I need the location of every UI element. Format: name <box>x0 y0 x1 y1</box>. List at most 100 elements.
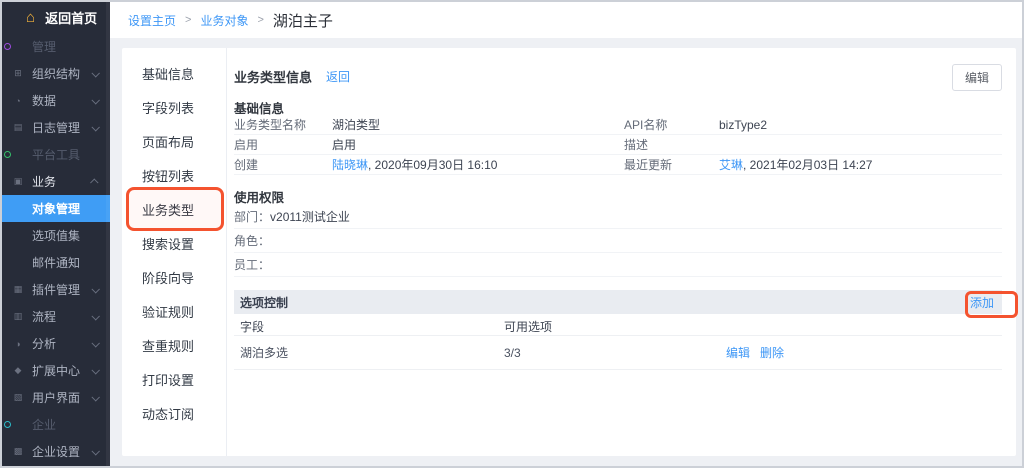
tab-basic-info[interactable]: 基础信息 <box>122 58 226 92</box>
sidebar-item-label: 分析 <box>32 335 56 352</box>
sidebar-item-email-notification[interactable]: 邮件通知 <box>2 249 110 276</box>
data-icon: ◔ <box>10 96 26 106</box>
sidebar-item-label: 选项值集 <box>32 227 80 244</box>
edit-link[interactable]: 编辑 <box>726 344 750 361</box>
field-label: 启用 <box>234 136 332 153</box>
tab-page-layout[interactable]: 页面布局 <box>122 126 226 160</box>
permission-row-employee: 员工： <box>234 253 1002 277</box>
chevron-down-icon <box>91 366 99 374</box>
breadcrumb-settings-home[interactable]: 设置主页 <box>128 12 176 29</box>
status-dot-icon <box>4 421 11 428</box>
column-header-field: 字段 <box>234 318 504 335</box>
option-control-bar: 选项控制 添加 <box>234 290 1002 314</box>
org-structure-icon: ⊞ <box>10 68 26 79</box>
business-icon: ▣ <box>10 176 26 187</box>
sidebar-item-analytics[interactable]: ◑ 分析 <box>2 330 110 357</box>
permission-row-department: 部门： v2011测试企业 <box>234 205 1002 229</box>
section-heading-basic-info: 基础信息 <box>234 98 1002 112</box>
breadcrumb-separator: > <box>257 14 263 26</box>
chevron-down-icon <box>91 447 99 455</box>
sidebar-item-object-management[interactable]: 对象管理 <box>2 195 110 222</box>
chevron-down-icon <box>91 69 99 77</box>
sidebar-item-platform-tools[interactable]: 平台工具 <box>2 141 110 168</box>
tab-validation-rules[interactable]: 验证规则 <box>122 296 226 330</box>
sidebar-item-enterprise-settings[interactable]: ▩ 企业设置 <box>2 438 110 465</box>
tab-search-settings[interactable]: 搜索设置 <box>122 228 226 262</box>
sidebar-item-management[interactable]: 管理 <box>2 33 110 60</box>
sidebar-item-label: 数据 <box>32 92 56 109</box>
sidebar-item-label: 扩展中心 <box>32 362 80 379</box>
info-row: 启用 启用 描述 <box>234 135 1002 155</box>
edit-button[interactable]: 编辑 <box>952 64 1002 91</box>
sidebar-home[interactable]: ⌂ 返回首页 <box>2 2 110 33</box>
sidebar-item-label: 日志管理 <box>32 119 80 136</box>
sidebar-item-user-interface[interactable]: ▧ 用户界面 <box>2 384 110 411</box>
field-value: 启用 <box>332 136 624 153</box>
updater-user-link[interactable]: 艾琳 <box>719 158 743 172</box>
cell-field-name: 湖泊多选 <box>234 344 504 361</box>
option-table-header: 字段 可用选项 <box>234 314 1002 336</box>
field-label: 描述 <box>624 136 719 153</box>
tab-stage-wizard[interactable]: 阶段向导 <box>122 262 226 296</box>
page-title: 湖泊主子 <box>273 10 333 31</box>
sidebar-item-plugin-management[interactable]: ▦ 插件管理 <box>2 276 110 303</box>
breadcrumb-business-object[interactable]: 业务对象 <box>200 12 248 29</box>
table-row: 湖泊多选 3/3 编辑 删除 <box>234 336 1002 370</box>
analytics-icon: ◑ <box>10 339 26 349</box>
tab-feed-subscription[interactable]: 动态订阅 <box>122 398 226 432</box>
sidebar-item-log-management[interactable]: ▤ 日志管理 <box>2 114 110 141</box>
field-value: 陆晓琳, 2020年09月30日 16:10 <box>332 156 624 173</box>
tab-print-settings[interactable]: 打印设置 <box>122 364 226 398</box>
tab-button-list[interactable]: 按钮列表 <box>122 160 226 194</box>
content-card: 基础信息 字段列表 页面布局 按钮列表 业务类型 搜索设置 阶段向导 验证规则 … <box>122 48 1016 456</box>
user-interface-icon: ▧ <box>10 392 26 403</box>
home-icon: ⌂ <box>26 10 35 25</box>
sidebar-item-business[interactable]: ▣ 业务 <box>2 168 110 195</box>
sidebar-item-label: 组织结构 <box>32 65 80 82</box>
secondary-nav: 基础信息 字段列表 页面布局 按钮列表 业务类型 搜索设置 阶段向导 验证规则 … <box>122 48 227 456</box>
breadcrumb: 设置主页 > 业务对象 > 湖泊主子 <box>110 2 1022 38</box>
sidebar-item-label: 插件管理 <box>32 281 80 298</box>
sidebar-item-label: 企业 <box>32 416 56 433</box>
sidebar: ⌂ 返回首页 管理 ⊞ 组织结构 ◔ 数据 ▤ 日志管理 平台工具 ▣ 业务 <box>2 2 110 466</box>
updated-time: , 2021年02月03日 14:27 <box>743 158 872 172</box>
creator-user-link[interactable]: 陆晓琳 <box>332 158 368 172</box>
field-label: 最近更新 <box>624 156 719 173</box>
sidebar-item-data[interactable]: ◔ 数据 <box>2 87 110 114</box>
sidebar-item-label: 用户界面 <box>32 389 80 406</box>
cell-options-count: 3/3 <box>504 346 726 360</box>
sidebar-item-enterprise[interactable]: 企业 <box>2 411 110 438</box>
enterprise-settings-icon: ▩ <box>10 446 26 457</box>
chevron-down-icon <box>91 123 99 131</box>
sidebar-item-label: 业务 <box>32 173 56 190</box>
status-dot-icon <box>4 43 11 50</box>
field-value: 湖泊类型 <box>332 116 624 133</box>
sidebar-item-label: 邮件通知 <box>32 254 80 271</box>
status-dot-icon <box>4 151 11 158</box>
plugin-icon: ▦ <box>10 284 26 295</box>
column-header-available-options: 可用选项 <box>504 318 726 335</box>
sidebar-item-label: 企业设置 <box>32 443 80 460</box>
sidebar-item-label: 流程 <box>32 308 56 325</box>
tab-business-type[interactable]: 业务类型 <box>122 194 226 228</box>
sidebar-item-option-value-set[interactable]: 选项值集 <box>2 222 110 249</box>
sidebar-item-org-structure[interactable]: ⊞ 组织结构 <box>2 60 110 87</box>
field-label: API名称 <box>624 116 719 133</box>
sidebar-item-workflow[interactable]: ▥ 流程 <box>2 303 110 330</box>
delete-link[interactable]: 删除 <box>760 344 784 361</box>
add-link[interactable]: 添加 <box>970 294 994 311</box>
field-label: 业务类型名称 <box>234 116 332 133</box>
tab-dedup-rules[interactable]: 查重规则 <box>122 330 226 364</box>
workflow-icon: ▥ <box>10 311 26 322</box>
log-management-icon: ▤ <box>10 122 26 133</box>
info-row: 创建 陆晓琳, 2020年09月30日 16:10 最近更新 艾琳, 2021年… <box>234 155 1002 175</box>
field-label: 员工： <box>234 256 270 273</box>
tab-field-list[interactable]: 字段列表 <box>122 92 226 126</box>
back-link[interactable]: 返回 <box>326 68 350 85</box>
main-panel: 业务类型信息 返回 基础信息 业务类型名称 湖泊类型 API名称 bizType… <box>228 66 1016 370</box>
sidebar-home-label: 返回首页 <box>45 8 97 27</box>
field-label: 部门： <box>234 208 270 225</box>
chevron-down-icon <box>91 339 99 347</box>
sidebar-item-extension-center[interactable]: ◆ 扩展中心 <box>2 357 110 384</box>
chevron-down-icon <box>91 393 99 401</box>
